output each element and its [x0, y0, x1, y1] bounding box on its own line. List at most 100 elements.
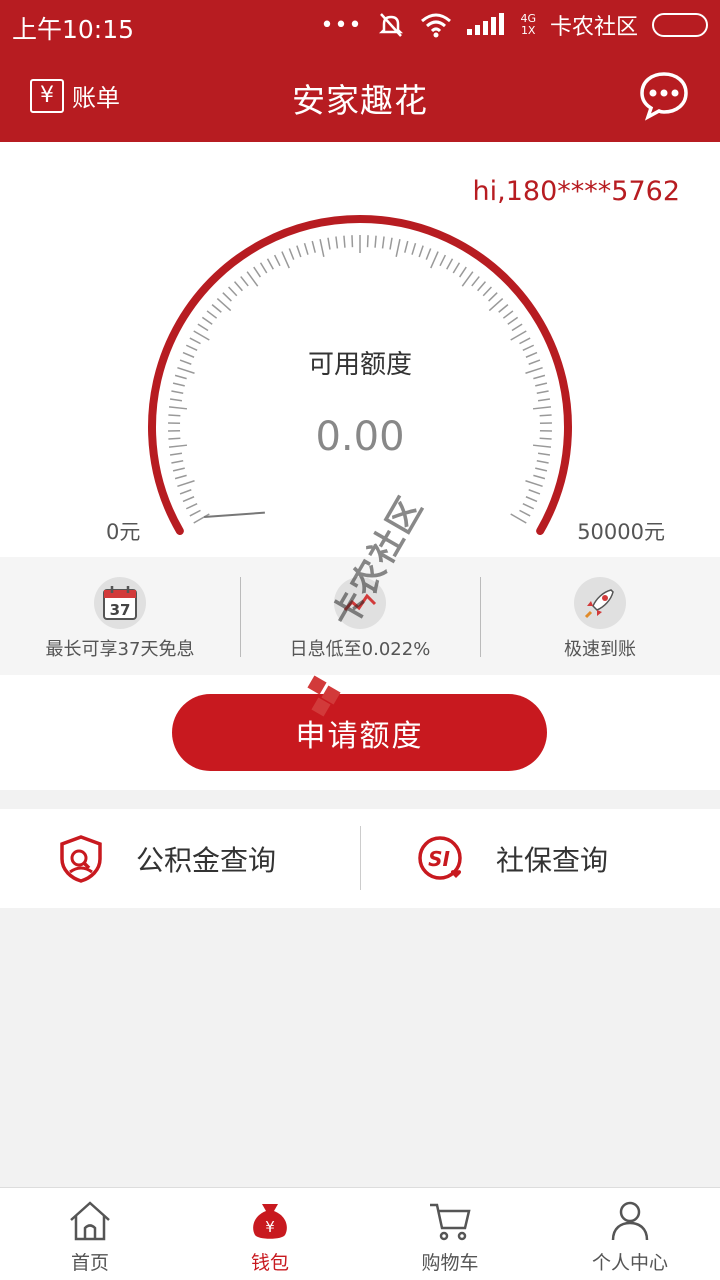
gauge-tick: [381, 236, 385, 249]
user-greeting: hi,180****5762: [472, 176, 680, 207]
gauge-tick: [240, 276, 249, 287]
gauge-tick: [177, 480, 195, 488]
wifi-icon: [421, 13, 452, 38]
gauge-tick: [471, 276, 480, 287]
gauge-tick: [502, 310, 514, 319]
nav-label: 个人中心: [591, 1252, 668, 1274]
gauge-tick: [458, 266, 467, 278]
gauge-min-label: 0元: [106, 520, 141, 544]
gauge-tick: [193, 513, 210, 524]
housing-fund-query-button[interactable]: 公积金查询: [0, 809, 360, 908]
gauge-tick: [174, 474, 187, 480]
gauge-tick: [233, 281, 243, 292]
feature-label: 极速到账: [564, 639, 636, 660]
gauge-tick: [303, 242, 309, 255]
gauge-tick: [228, 286, 238, 297]
gauge-tick: [172, 467, 185, 472]
gauge-tick: [366, 235, 369, 248]
gauge-tick: [535, 467, 548, 472]
gauge-tick: [532, 406, 552, 410]
nav-home[interactable]: 首页: [0, 1188, 180, 1280]
gauge-tick: [528, 489, 541, 495]
home-icon: [70, 1201, 110, 1241]
shield-search-icon: [60, 834, 102, 883]
cart-icon: [430, 1203, 471, 1241]
feature-fast-disburse: 极速到账: [480, 557, 720, 675]
gauge-tick: [319, 239, 325, 257]
message-icon[interactable]: [638, 70, 690, 122]
nav-profile[interactable]: 个人中心: [540, 1188, 720, 1280]
carrier-name: 卡农社区: [549, 15, 638, 40]
gauge-tick: [259, 262, 268, 274]
social-security-icon: SI: [418, 835, 462, 880]
gauge-tick: [273, 254, 281, 267]
gauge-tick: [395, 239, 401, 257]
apply-section: 申请额度: [0, 675, 720, 790]
gauge-tick: [216, 297, 232, 312]
gauge-tick: [311, 240, 316, 253]
mute-icon: [379, 13, 404, 37]
nav-cart[interactable]: 购物车: [360, 1188, 540, 1280]
network-type: 4G 1X: [520, 12, 536, 37]
gauge-tick: [511, 323, 523, 332]
housing-fund-label: 公积金查询: [136, 843, 277, 877]
gauge-tick: [182, 496, 195, 503]
gauge-tick: [536, 459, 549, 464]
feature-interest-free: 37 最长可享37天免息: [0, 557, 240, 675]
gauge-max-label: 50000元: [577, 520, 665, 544]
gauge-tick: [179, 489, 192, 495]
wallet-icon: ¥: [253, 1204, 287, 1239]
gauge-tick: [482, 286, 492, 297]
status-bar: 上午10:15 ••• 4G 1X 卡农社区: [0, 0, 720, 50]
gauge-tick: [519, 509, 531, 517]
gauge-tick: [374, 235, 377, 248]
gauge-tick: [296, 245, 302, 258]
page-title: 安家趣花: [292, 81, 428, 120]
gauge-tick: [246, 271, 259, 287]
gauge-tick: [253, 266, 262, 278]
nav-label: 首页: [70, 1252, 109, 1274]
status-icons: ••• 4G 1X 卡农社区: [321, 8, 708, 42]
nav-label: 购物车: [421, 1252, 479, 1274]
gauge-tick: [171, 459, 184, 464]
gauge-tick: [193, 330, 210, 341]
rocket-icon: [574, 577, 626, 629]
query-section: 公积金查询 SI 社保查询: [0, 809, 720, 908]
more-icon: •••: [320, 12, 363, 38]
social-security-query-button[interactable]: SI 社保查询: [360, 809, 720, 908]
gauge-tick: [281, 251, 290, 269]
gauge-tick: [507, 316, 519, 325]
gauge-tick: [430, 251, 439, 269]
gauge-tick: [171, 390, 184, 395]
feature-label: 最长可享37天免息: [45, 639, 195, 660]
gauge-tick: [477, 281, 487, 292]
gauge-tick: [525, 480, 543, 488]
gauge-tick: [335, 236, 339, 249]
svg-text:37: 37: [110, 601, 131, 619]
app-bar: ¥ 账单 安家趣花: [0, 50, 720, 142]
available-credit-label: 可用额度: [307, 350, 412, 380]
gauge-tick: [169, 398, 183, 402]
gauge-tick: [452, 262, 461, 274]
gauge-tick: [418, 245, 424, 258]
gauge-tick: [537, 398, 551, 402]
nav-wallet[interactable]: ¥ 钱包: [180, 1188, 360, 1280]
apply-credit-button[interactable]: 申请额度: [172, 694, 547, 771]
gauge-tick: [461, 271, 474, 287]
gauge-tick: [425, 248, 432, 260]
gauge-tick: [488, 297, 504, 312]
gauge-tick: [211, 304, 222, 313]
gauge-tick: [488, 292, 498, 302]
gauge-tick: [189, 337, 201, 345]
gauge-needle: [204, 511, 265, 518]
gauge-tick: [168, 406, 188, 410]
status-time: 上午10:15: [12, 15, 135, 44]
gauge-tick: [439, 254, 447, 267]
gauge-tick: [266, 258, 274, 270]
gauge-tick: [510, 330, 527, 341]
gauge-tick: [327, 237, 331, 250]
battery-icon: [652, 13, 708, 37]
bottom-nav: 首页 ¥ 钱包 购物车 个人中心: [0, 1187, 720, 1280]
gauge-tick: [522, 502, 535, 510]
nav-label: 钱包: [250, 1252, 289, 1274]
